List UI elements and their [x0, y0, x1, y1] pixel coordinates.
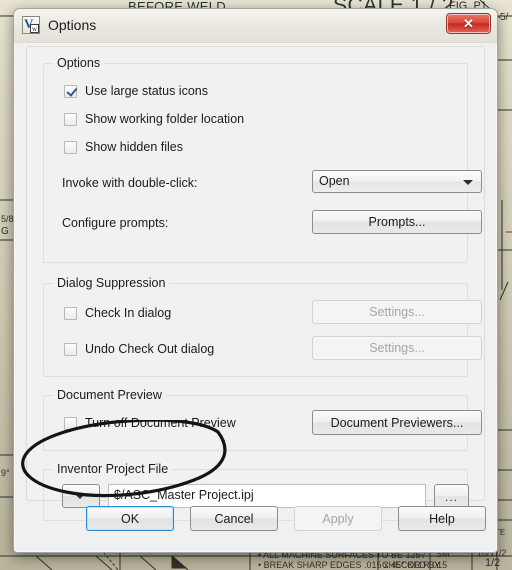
checkbox-turn-off-document-preview[interactable]	[64, 416, 77, 430]
prompts-button[interactable]: Prompts...	[312, 210, 482, 234]
checkbox-row-check-in-dialog[interactable]: Check In dialog	[64, 306, 171, 320]
close-icon-glyph: ✕	[463, 16, 474, 31]
group-document-preview: Document Preview Turn off Document Previ…	[43, 388, 482, 451]
help-button[interactable]: Help	[398, 506, 486, 531]
group-options-legend: Options	[53, 56, 105, 70]
checkbox-row-use-large-status-icons[interactable]: Use large status icons	[64, 84, 208, 98]
checkbox-undo-check-out-dialog[interactable]	[64, 342, 77, 356]
checkbox-label-check-in-dialog: Check In dialog	[85, 306, 172, 320]
undo-check-out-settings-button[interactable]: Settings...	[312, 336, 482, 360]
ok-button[interactable]: OK	[86, 506, 174, 531]
dialog-title: Options	[48, 17, 97, 33]
checkbox-check-in-dialog[interactable]	[64, 306, 77, 320]
checkbox-row-turn-off-document-preview[interactable]: Turn off Document Preview	[64, 416, 236, 430]
cancel-button[interactable]: Cancel	[190, 506, 278, 531]
checkbox-use-large-status-icons[interactable]	[64, 84, 77, 98]
group-options: Options Use large status icons Show work…	[43, 56, 482, 263]
checkbox-label-turn-off-document-preview: Turn off Document Preview	[85, 416, 236, 430]
close-icon[interactable]: ✕	[446, 13, 491, 34]
group-inventor-project-file-legend: Inventor Project File	[53, 462, 173, 476]
dropdown-invoke-with-double-click[interactable]: Open	[312, 170, 482, 193]
checkbox-show-working-folder-location[interactable]	[64, 112, 77, 126]
checkbox-label-show-working-folder-location: Show working folder location	[85, 112, 245, 126]
vault-options-icon: Vw	[22, 16, 40, 34]
checkbox-show-hidden-files[interactable]	[64, 140, 77, 154]
checkbox-label-use-large-status-icons: Use large status icons	[85, 84, 208, 98]
check-in-settings-button[interactable]: Settings...	[312, 300, 482, 324]
dialog-title-bar[interactable]: Vw Options ✕	[14, 9, 497, 43]
label-configure-prompts: Configure prompts:	[62, 216, 169, 230]
apply-button[interactable]: Apply	[294, 506, 382, 531]
checkbox-row-show-working-folder-location[interactable]: Show working folder location	[64, 112, 244, 126]
dialog-footer: OK Cancel Apply Help	[26, 496, 486, 542]
checkbox-label-show-hidden-files: Show hidden files	[85, 140, 183, 154]
chevron-down-icon	[463, 179, 473, 185]
group-dialog-suppression: Dialog Suppression Check In dialog Setti…	[43, 276, 482, 377]
checkbox-row-show-hidden-files[interactable]: Show hidden files	[64, 140, 183, 154]
options-dialog: Vw Options ✕ Options Use large status ic…	[13, 8, 498, 553]
checkbox-row-undo-check-out-dialog[interactable]: Undo Check Out dialog	[64, 342, 214, 356]
label-invoke-with-double-click: Invoke with double-click:	[62, 176, 198, 190]
checkbox-label-undo-check-out-dialog: Undo Check Out dialog	[85, 342, 215, 356]
document-previewers-button[interactable]: Document Previewers...	[312, 410, 482, 435]
group-document-preview-legend: Document Preview	[53, 388, 166, 402]
options-content-panel: Options Use large status icons Show work…	[26, 46, 485, 521]
dropdown-invoke-value: Open	[319, 174, 350, 188]
group-dialog-suppression-legend: Dialog Suppression	[53, 276, 170, 290]
